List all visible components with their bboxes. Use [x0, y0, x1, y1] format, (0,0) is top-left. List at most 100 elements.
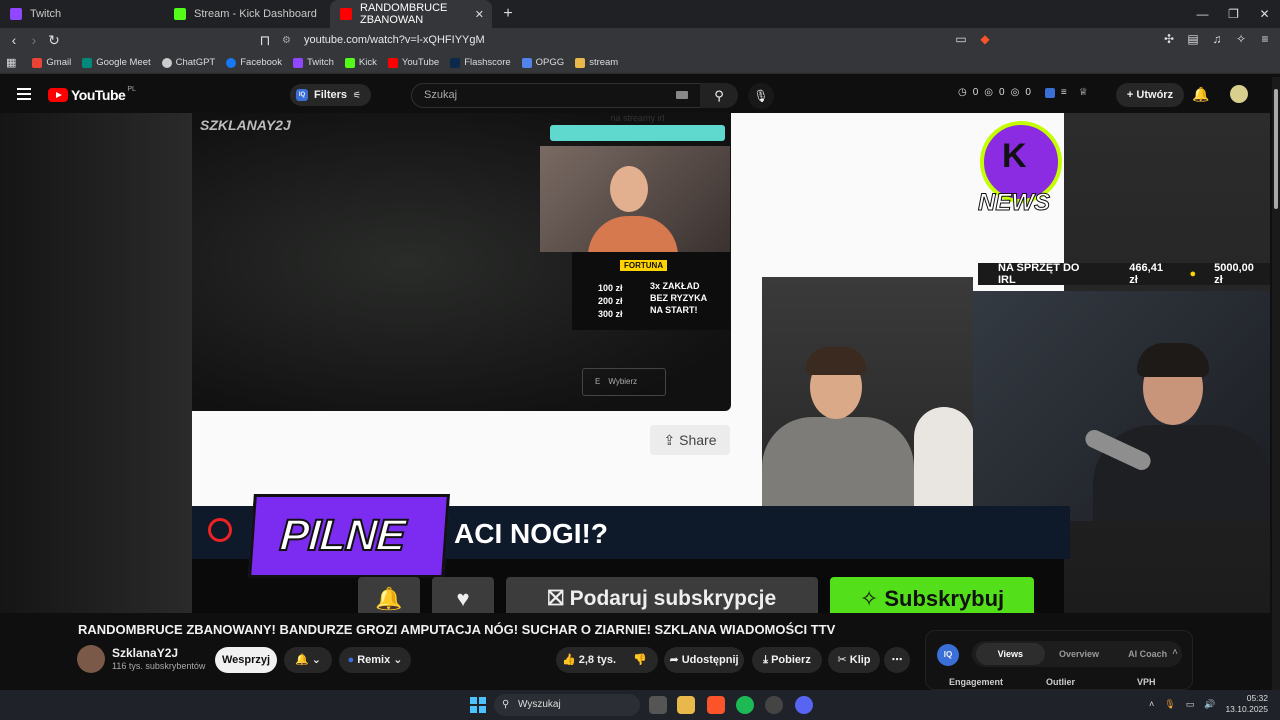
fortuna-row: 200 zł	[598, 296, 623, 306]
share-button[interactable]: ➦ Udostępnij	[664, 647, 744, 673]
close-tab-icon[interactable]: ✕	[475, 8, 484, 21]
more-actions-button[interactable]: ⋯	[884, 647, 910, 673]
channel-avatar[interactable]	[77, 645, 105, 673]
bookmark-facebook[interactable]: Facebook	[226, 57, 282, 68]
restore-icon[interactable]: ❐	[1218, 0, 1249, 28]
windows-taskbar: ⚲ Wyszukaj ˄ 🎙 ▭ 🔊 05:32 13.10.2025	[0, 690, 1280, 720]
forward-icon[interactable]: ›	[24, 32, 44, 48]
clip-label: Klip	[849, 654, 871, 666]
chevron-up-icon[interactable]: ˄	[1149, 699, 1154, 709]
bookmark-kick[interactable]: Kick	[344, 57, 377, 68]
dislike-button[interactable]: 👎	[622, 647, 658, 673]
clip-button[interactable]: ✂ Klip	[828, 647, 880, 673]
bookmark-stream-folder[interactable]: stream	[575, 57, 618, 68]
youtube-play-icon	[48, 88, 68, 102]
leo-icon[interactable]: ✧	[1234, 32, 1248, 46]
bookmark-icon[interactable]: ⊓	[255, 32, 275, 49]
iq-icon: IQ	[296, 89, 308, 101]
bookmark-gmail[interactable]: Gmail	[32, 57, 71, 68]
voice-search-button[interactable]: 🎙	[748, 83, 774, 109]
menu-icon[interactable]: ≡	[1258, 32, 1272, 46]
system-tray: ˄ 🎙 ▭ 🔊 05:32 13.10.2025	[1149, 693, 1268, 715]
share-icon: ➦	[669, 654, 682, 666]
fortuna-title: FORTUNA	[620, 260, 668, 271]
overlay-heart-icon: ♥	[432, 577, 494, 613]
filters-button[interactable]: IQ Filters ⚟	[290, 84, 372, 106]
tab-twitch[interactable]: Twitch	[0, 0, 164, 28]
bookmark-opgg[interactable]: OPGG	[521, 57, 564, 68]
file-explorer-icon[interactable]	[677, 696, 695, 714]
streamer-webcam	[540, 146, 730, 256]
youtube-logo[interactable]: YouTube PL	[48, 85, 136, 103]
chevron-down-icon: ⌄	[311, 654, 321, 666]
support-button[interactable]: Wesprzyj	[215, 647, 277, 673]
network-icon[interactable]: ▭	[1186, 699, 1195, 710]
tab-overview[interactable]: Overview	[1045, 649, 1114, 659]
extensions-icon[interactable]: ✣	[1162, 32, 1176, 46]
spotify-icon[interactable]	[736, 696, 754, 714]
second-guest-webcam	[973, 291, 1270, 521]
like-count: 2,8 tys.	[578, 654, 617, 666]
close-window-icon[interactable]: ✕	[1249, 0, 1280, 28]
cast-icon[interactable]: ▭	[954, 32, 968, 46]
reload-icon[interactable]: ↻	[44, 32, 64, 49]
scissors-icon: ✂	[837, 654, 850, 666]
app-icon[interactable]	[765, 696, 783, 714]
create-button[interactable]: + Utwórz	[1116, 83, 1184, 107]
start-icon[interactable]	[470, 697, 486, 713]
region-code: PL	[127, 85, 136, 93]
download-button[interactable]: ⤓ Pobierz	[752, 647, 822, 673]
volume-icon[interactable]: 🔊	[1204, 699, 1215, 710]
url-field[interactable]: ⚙ youtube.com/watch?v=l-xQHFIYYgM	[282, 31, 1002, 49]
bookmark-youtube[interactable]: YouTube	[387, 57, 439, 68]
media-icon[interactable]: ♫	[1210, 32, 1224, 46]
apps-icon[interactable]: ▦	[6, 56, 16, 69]
keyboard-icon[interactable]	[676, 91, 688, 99]
chatgpt-icon	[161, 57, 172, 68]
share-label: Share	[679, 432, 717, 448]
sidebar-icon[interactable]: ▤	[1186, 32, 1200, 46]
trophy-icon[interactable]: ♕	[1079, 87, 1088, 98]
tab-views[interactable]: Views	[976, 643, 1045, 665]
back-icon[interactable]: ‹	[4, 32, 24, 48]
mic-icon[interactable]: 🎙	[1164, 699, 1175, 710]
site-info-icon[interactable]: ⚙	[282, 35, 296, 46]
wybierz-label: Wybierz	[608, 377, 638, 386]
list-icon[interactable]: ≡	[1061, 87, 1067, 98]
bookmark-twitch[interactable]: Twitch	[292, 57, 334, 68]
taskbar-search[interactable]: ⚲ Wyszukaj	[494, 694, 640, 716]
remix-label: Remix	[357, 654, 391, 666]
brave-shield-icon[interactable]: ◆	[978, 32, 992, 46]
gift-label: Podaruj subskrypcje	[569, 587, 777, 610]
search-input[interactable]: Szukaj	[411, 83, 701, 108]
search-button[interactable]: ⚲	[700, 83, 738, 108]
subscriber-count: 116 tys. subskrybentów	[112, 661, 206, 671]
notification-toggle[interactable]: 🔔 ⌄	[284, 647, 332, 673]
bookmark-google-meet[interactable]: Google Meet	[82, 57, 151, 68]
like-button[interactable]: 👍 2,8 tys.	[556, 647, 622, 673]
discord-icon[interactable]	[795, 696, 813, 714]
brave-browser-icon[interactable]	[707, 696, 725, 714]
task-view-icon[interactable]	[649, 696, 667, 714]
channel-name[interactable]: SzklanaY2J	[112, 646, 178, 660]
bookmark-chatgpt[interactable]: ChatGPT	[161, 57, 215, 68]
video-player[interactable]: SZKLANAY2J na streamy irl FORTUNA 100 zł…	[0, 113, 1270, 613]
minimize-icon[interactable]: —	[1187, 0, 1218, 28]
time-text: 05:32	[1246, 693, 1268, 703]
clock[interactable]: 05:32 13.10.2025	[1225, 693, 1268, 715]
new-tab-button[interactable]: +	[498, 5, 518, 23]
notifications-icon[interactable]: 🔔	[1192, 86, 1209, 103]
tab-kick-dashboard[interactable]: Stream - Kick Dashboard	[164, 0, 330, 28]
page-scrollbar[interactable]	[1272, 77, 1280, 691]
goal-amount: 466,41 zł	[1129, 262, 1163, 286]
chevron-up-icon[interactable]: ˄	[1172, 647, 1178, 658]
account-avatar[interactable]	[1230, 85, 1248, 103]
tab-youtube-video[interactable]: RANDOMBRUCE ZBANOWAN ✕	[330, 0, 492, 28]
iq-badge: IQ	[937, 644, 959, 666]
share-icon: ⇪	[663, 432, 680, 448]
remix-button[interactable]: ● Remix ⌄	[339, 647, 411, 673]
guide-menu-icon[interactable]	[17, 88, 31, 100]
bookmark-flashscore[interactable]: Flashscore	[450, 57, 511, 68]
iq-icon[interactable]	[1044, 87, 1055, 98]
tab-label: Twitch	[30, 8, 62, 20]
